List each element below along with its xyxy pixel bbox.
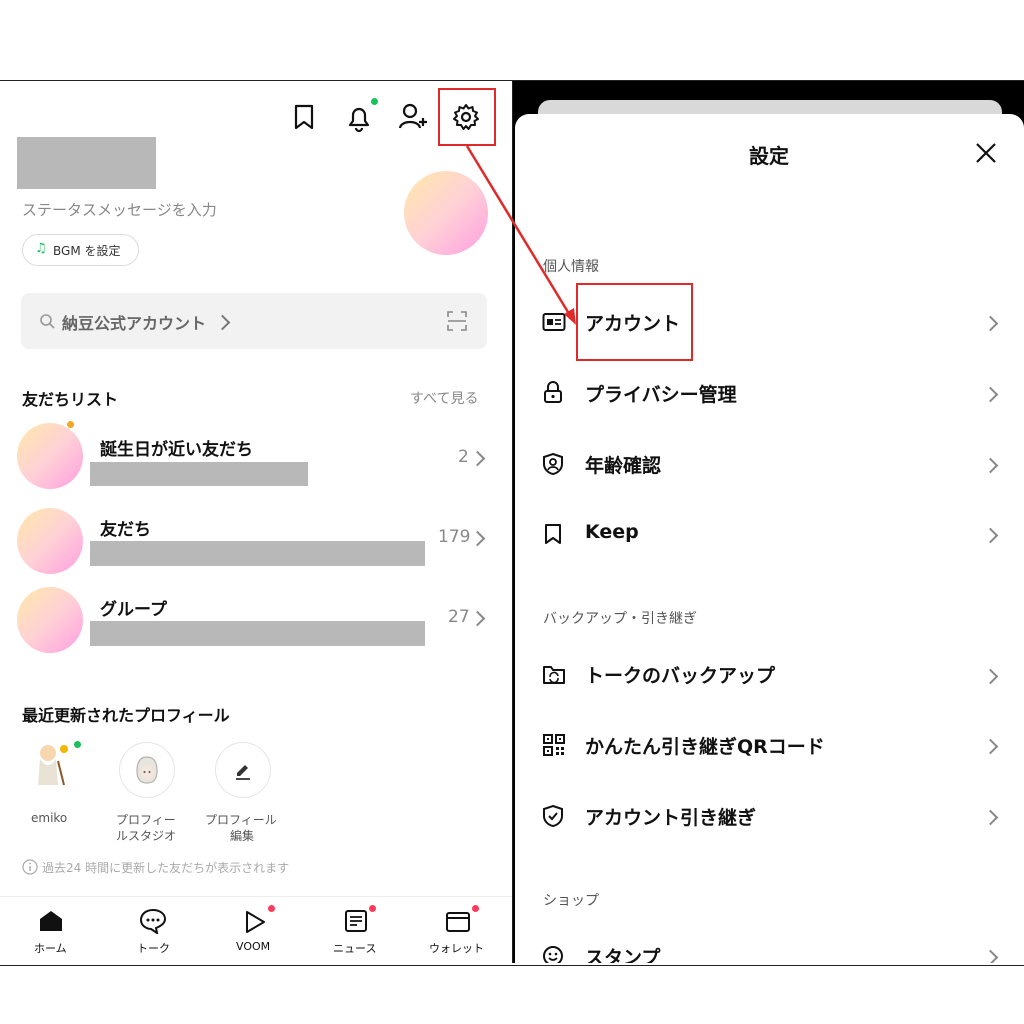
bottom-nav: ホーム トーク VOOM ニュース ウォレット [0, 896, 512, 963]
close-icon[interactable] [975, 142, 997, 164]
add-friend-icon[interactable] [398, 102, 430, 132]
news-icon [345, 910, 367, 932]
settings-item-label: スタンプ [585, 947, 661, 963]
chevron-right-icon [982, 527, 999, 544]
home-screen: ステータスメッセージを入力 ♫ BGM を設定 納豆公式アカウント 友だちリスト… [0, 81, 512, 963]
recent-item-label: emiko [31, 811, 68, 825]
recent-item-label-line1: プロフィー [116, 813, 176, 827]
id-card-icon [542, 313, 566, 331]
face-avatar-icon [136, 756, 158, 784]
play-icon [246, 911, 265, 933]
chevron-right-icon [982, 457, 999, 474]
qr-code-icon [543, 734, 565, 756]
settings-item-label: アカウント引き継ぎ [585, 807, 757, 829]
shield-person-icon [543, 452, 563, 476]
list-item-count: 27 [448, 607, 470, 627]
section-label-personal: 個人情報 [543, 259, 599, 275]
section-label-backup: バックアップ・引き継ぎ [543, 611, 697, 627]
list-item-count: 179 [438, 527, 471, 547]
nav-label: VOOM [236, 940, 271, 953]
info-icon [22, 859, 38, 875]
bell-icon[interactable] [344, 103, 374, 133]
scan-icon[interactable] [447, 311, 467, 331]
voom-notification-dot [268, 905, 275, 912]
birthday-avatar [17, 423, 83, 489]
status-message-placeholder[interactable]: ステータスメッセージを入力 [22, 199, 217, 220]
wallet-notification-dot [472, 905, 479, 912]
account-highlight-box [576, 283, 693, 361]
bgm-button[interactable]: ♫ BGM を設定 [22, 234, 139, 266]
redacted-bar [90, 621, 425, 646]
section-label-shop: ショップ [543, 893, 599, 909]
chevron-right-icon [982, 809, 999, 826]
settings-sheet: 設定 個人情報 アカウント プライバシー管理 年齢確認 Keep バックアップ・… [515, 114, 1024, 963]
recent-profiles-header: 最近更新されたプロフィール [22, 706, 230, 725]
chevron-right-icon [469, 530, 486, 547]
nav-label: ニュース [333, 942, 377, 955]
wallet-icon [446, 912, 470, 932]
birthday-badge-icon [67, 421, 74, 428]
settings-item-label: かんたん引き継ぎQRコード [585, 736, 825, 758]
recent-item-label-line2: 編集 [230, 829, 255, 843]
search-chevron-icon [214, 314, 231, 331]
lock-icon [544, 381, 562, 403]
chevron-right-icon [982, 668, 999, 685]
bgm-label: BGM を設定 [53, 244, 121, 258]
groups-avatar [17, 587, 83, 653]
recent-item-label-line1: プロフィール [205, 813, 277, 827]
music-note-icon: ♫ [35, 241, 47, 256]
settings-title: 設定 [749, 144, 789, 168]
gear-highlight-box [438, 88, 496, 146]
chevron-right-icon [982, 315, 999, 332]
search-icon [40, 314, 55, 329]
redacted-bar [90, 541, 425, 566]
folder-refresh-icon [543, 666, 565, 684]
online-dot [74, 741, 81, 748]
settings-item-label: 年齢確認 [585, 455, 662, 477]
search-text: 納豆公式アカウント [62, 314, 207, 333]
list-item-label: グループ [100, 600, 167, 620]
shield-check-icon [543, 804, 563, 828]
bookmark-icon[interactable] [290, 103, 318, 131]
see-all-link[interactable]: すべて見る [410, 388, 478, 408]
profile-avatar[interactable] [404, 171, 488, 255]
list-item-label: 誕生日が近い友だち [100, 440, 253, 460]
recent-item-label-line2: ルスタジオ [116, 829, 177, 843]
settings-item-label: トークのバックアップ [585, 665, 776, 687]
chevron-right-icon [982, 949, 999, 963]
smiley-icon [543, 946, 563, 963]
home-icon [40, 911, 62, 931]
news-notification-dot [369, 905, 376, 912]
settings-item-label: Keep [585, 521, 639, 543]
nav-label: トーク [137, 942, 170, 955]
emiko-avatar-icon [38, 745, 68, 786]
info-note: 過去24 時間に更新した友だちが表示されます [42, 861, 290, 875]
profile-name-redacted [17, 137, 156, 189]
search-bar[interactable]: 納豆公式アカウント [21, 293, 487, 349]
bookmark-icon [545, 524, 561, 544]
notification-dot [371, 98, 378, 105]
settings-item-label: プライバシー管理 [585, 384, 737, 406]
list-item-label: 友だち [100, 520, 151, 540]
friends-avatar [17, 508, 83, 574]
list-item-count: 2 [458, 447, 469, 467]
redacted-bar [90, 462, 308, 486]
chat-icon [139, 908, 167, 934]
chevron-right-icon [469, 610, 486, 627]
chevron-right-icon [469, 450, 486, 467]
friends-list-header: 友だちリスト [22, 390, 119, 409]
chevron-right-icon [982, 386, 999, 403]
pencil-icon [236, 765, 250, 780]
nav-label: ウォレット [429, 942, 484, 955]
nav-label: ホーム [34, 942, 67, 955]
chevron-right-icon [982, 738, 999, 755]
